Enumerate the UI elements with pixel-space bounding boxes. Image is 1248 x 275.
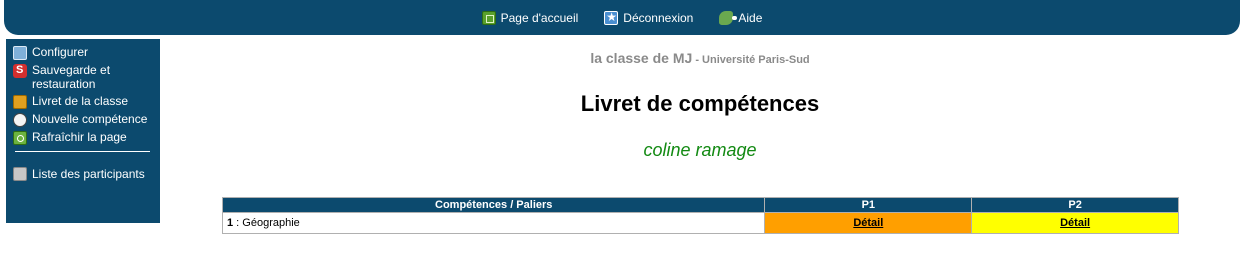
sidebar-item-label: Sauvegarde et restauration — [32, 63, 111, 91]
table-row: 1 : Géographie Détail Détail — [221, 212, 1179, 234]
booklet-icon — [13, 95, 27, 109]
column-header-competences: Compétences / Paliers — [221, 197, 766, 213]
sidebar-item-label: Nouvelle compétence — [32, 112, 148, 126]
sidebar-divider — [15, 151, 150, 152]
competence-cell: 1 : Géographie — [221, 212, 766, 234]
help-icon — [719, 10, 738, 25]
university-name: - Université Paris-Sud — [692, 54, 810, 66]
course-name: la classe de MJ — [590, 50, 693, 66]
sidebar-item-backup[interactable]: Sauvegarde et restauration — [13, 63, 154, 91]
configure-icon — [13, 46, 27, 60]
sidebar-item-class-booklet[interactable]: Livret de la classe — [13, 94, 154, 109]
backup-icon — [13, 63, 27, 78]
logout-icon — [604, 10, 619, 25]
sidebar-item-new-competence[interactable]: Nouvelle compétence — [13, 112, 154, 127]
new-competence-icon — [13, 113, 27, 127]
sidebar-item-participants[interactable]: Liste des participants — [13, 166, 154, 181]
course-heading: la classe de MJ - Université Paris-Sud — [160, 50, 1240, 66]
detail-link-p1[interactable]: Détail — [853, 217, 883, 229]
sidebar: Configurer Sauvegarde et restauration Li… — [6, 39, 160, 223]
competences-table: Compétences / Paliers P1 P2 1 : Géograph… — [221, 197, 1179, 234]
help-link-label: Aide — [738, 10, 763, 25]
help-link[interactable]: Aide — [719, 10, 763, 25]
detail-link-p2[interactable]: Détail — [1060, 217, 1090, 229]
home-link[interactable]: Page d'accueil — [481, 10, 579, 25]
sidebar-item-refresh[interactable]: Rafraîchir la page — [13, 130, 154, 145]
sidebar-item-label: Rafraîchir la page — [32, 130, 127, 144]
level-cell-p2: Détail — [971, 212, 1179, 234]
page-title: Livret de compétences — [580, 91, 820, 116]
top-navigation-bar: Page d'accueil Déconnexion Aide — [4, 0, 1240, 35]
sidebar-item-configure[interactable]: Configurer — [13, 45, 154, 60]
table-header-row: Compétences / Paliers P1 P2 — [221, 197, 1179, 213]
logout-link-label: Déconnexion — [623, 10, 694, 25]
home-icon — [481, 10, 496, 25]
home-link-label: Page d'accueil — [500, 10, 579, 25]
column-header-p1: P1 — [764, 197, 973, 213]
column-header-p2: P2 — [971, 197, 1179, 213]
sidebar-item-label: Livret de la classe — [32, 94, 129, 108]
sidebar-item-label: Configurer — [32, 45, 89, 59]
refresh-icon — [13, 131, 27, 145]
logout-link[interactable]: Déconnexion — [604, 10, 694, 25]
competence-name: : Géographie — [233, 217, 300, 229]
student-name: coline ramage — [643, 140, 757, 160]
participants-icon — [13, 167, 27, 181]
level-cell-p1: Détail — [764, 212, 973, 234]
sidebar-item-label: Liste des participants — [32, 166, 145, 181]
